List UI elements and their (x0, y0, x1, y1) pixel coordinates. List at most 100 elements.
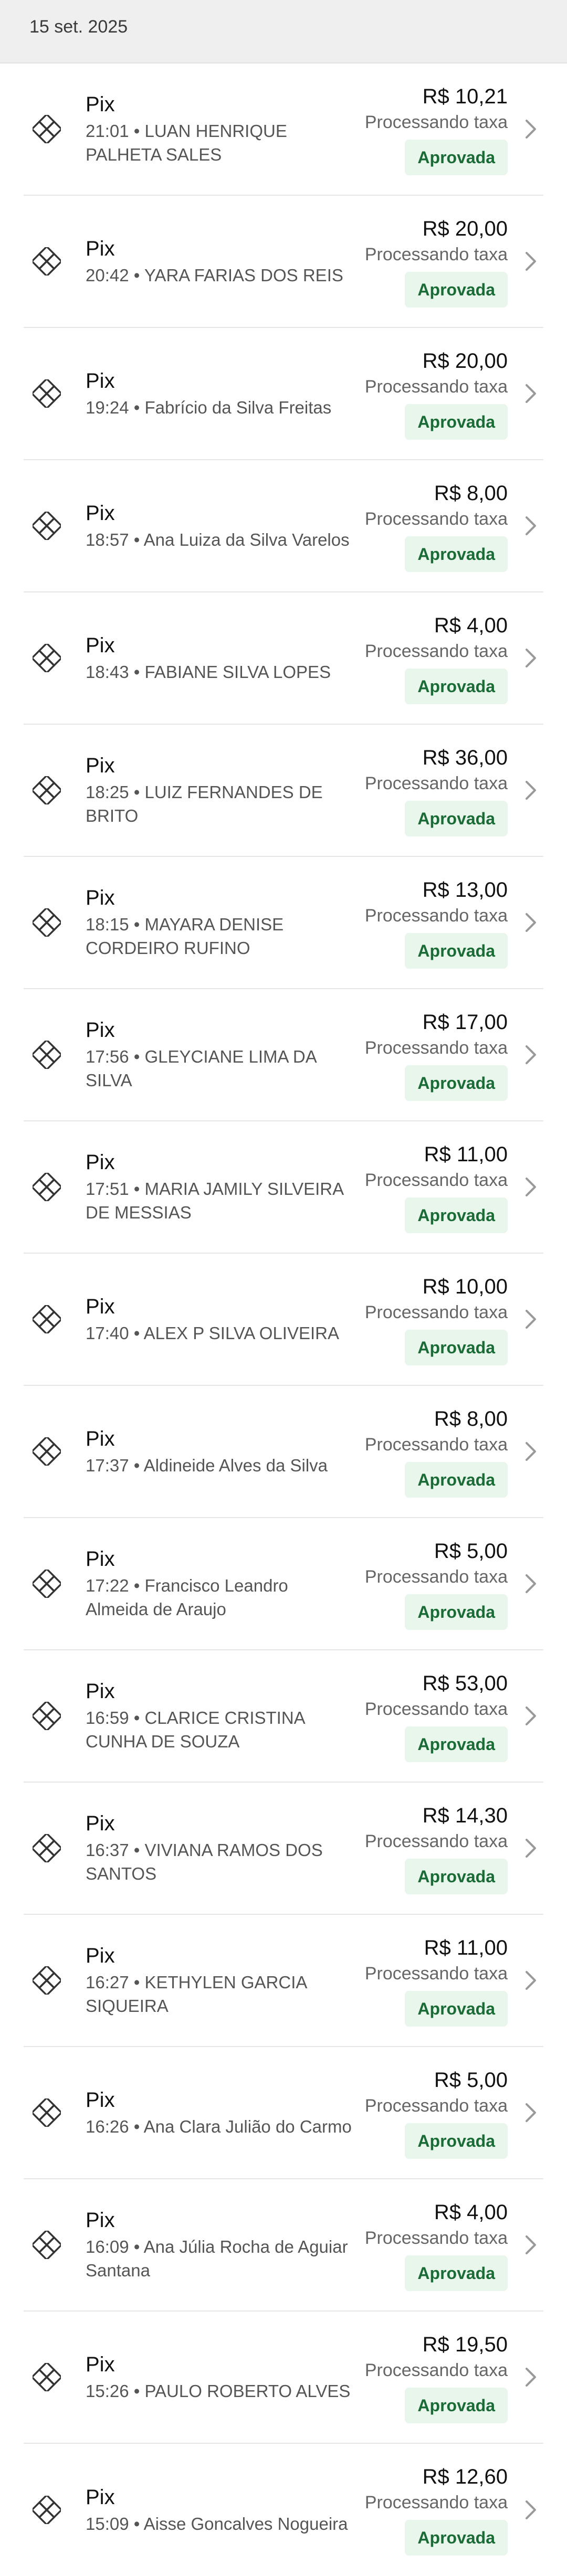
transaction-summary: R$ 12,60 Processando taxa Aprovada (365, 2464, 508, 2556)
status-badge: Aprovada (405, 2123, 508, 2159)
pix-icon (33, 1834, 61, 1862)
status-text: Processando taxa (364, 1302, 508, 1322)
status-text: Processando taxa (364, 2096, 508, 2116)
transaction-subtitle: 16:09 • Ana Júlia Rocha de Aguiar Santan… (86, 2237, 348, 2280)
transaction-list: Pix 21:01 • LUAN HENRIQUE PALHETA SALES … (0, 63, 567, 2576)
chevron-right-icon (526, 1574, 536, 1593)
transaction-summary: R$ 36,00 Processando taxa Aprovada (365, 745, 508, 836)
transaction-row[interactable]: Pix 16:59 • CLARICE CRISTINA CUNHA DE SO… (24, 1650, 543, 1783)
transaction-subtitle: 21:01 • LUAN HENRIQUE PALHETA SALES (86, 121, 287, 164)
payment-method: Pix (86, 1680, 115, 1703)
chevron-right-icon (526, 120, 536, 139)
pix-icon (33, 1305, 61, 1333)
chevron-right-icon (526, 1310, 536, 1329)
transaction-amount: R$ 5,00 (434, 2069, 508, 2092)
transaction-info: Pix 15:09 • Aisse Goncalves Nogueira (86, 2485, 353, 2536)
transaction-info: Pix 16:37 • VIVIANA RAMOS DOS SANTOS (86, 1811, 353, 1885)
status-badge: Aprovada (405, 2520, 508, 2556)
transaction-summary: R$ 11,00 Processando taxa Aprovada (365, 1141, 508, 1233)
payment-method: Pix (86, 1812, 115, 1835)
transaction-row[interactable]: Pix 16:09 • Ana Júlia Rocha de Aguiar Sa… (24, 2179, 543, 2312)
status-text: Processando taxa (364, 1038, 508, 1058)
transaction-row[interactable]: Pix 15:26 • PAULO ROBERTO ALVES R$ 19,50… (24, 2312, 543, 2444)
pix-icon (33, 1041, 61, 1069)
transaction-row[interactable]: Pix 15:09 • Aisse Goncalves Nogueira R$ … (24, 2444, 543, 2576)
payment-method: Pix (86, 754, 115, 777)
transaction-row[interactable]: Pix 16:37 • VIVIANA RAMOS DOS SANTOS R$ … (24, 1783, 543, 1915)
transaction-subtitle: 17:37 • Aldineide Alves da Silva (86, 1455, 328, 1475)
transaction-row[interactable]: Pix 17:40 • ALEX P SILVA OLIVEIRA R$ 10,… (24, 1254, 543, 1386)
transaction-amount: R$ 11,00 (424, 1143, 508, 1166)
transaction-row[interactable]: Pix 21:01 • LUAN HENRIQUE PALHETA SALES … (24, 63, 543, 196)
status-text: Processando taxa (364, 2360, 508, 2380)
transaction-summary: R$ 4,00 Processando taxa Aprovada (365, 612, 508, 704)
transaction-row[interactable]: Pix 18:15 • MAYARA DENISE CORDEIRO RUFIN… (24, 857, 543, 989)
transaction-subtitle: 16:59 • CLARICE CRISTINA CUNHA DE SOUZA (86, 1708, 304, 1751)
chevron-right-icon (526, 1971, 536, 1990)
transaction-amount: R$ 20,00 (422, 217, 508, 240)
payment-method: Pix (86, 1019, 115, 1042)
payment-method: Pix (86, 369, 115, 393)
pix-icon (33, 1437, 61, 1466)
transaction-amount: R$ 17,00 (422, 1011, 508, 1034)
status-text: Processando taxa (364, 641, 508, 661)
pix-icon (33, 2231, 61, 2259)
transaction-subtitle: 16:27 • KETHYLEN GARCIA SIQUEIRA (86, 1973, 307, 2016)
payment-method: Pix (86, 1547, 115, 1571)
status-badge: Aprovada (405, 272, 508, 308)
transaction-summary: R$ 10,00 Processando taxa Aprovada (365, 1274, 508, 1365)
status-text: Processando taxa (364, 1964, 508, 1984)
pix-icon (33, 2363, 61, 2391)
transaction-subtitle: 18:43 • FABIANE SILVA LOPES (86, 662, 331, 682)
transaction-row[interactable]: Pix 16:26 • Ana Clara Julião do Carmo R$… (24, 2047, 543, 2179)
transaction-info: Pix 18:15 • MAYARA DENISE CORDEIRO RUFIN… (86, 885, 353, 960)
transaction-subtitle: 19:24 • Fabrício da Silva Freitas (86, 397, 332, 417)
transaction-amount: R$ 13,00 (422, 878, 508, 902)
transaction-amount: R$ 10,00 (422, 1275, 508, 1298)
transaction-subtitle: 18:15 • MAYARA DENISE CORDEIRO RUFINO (86, 915, 284, 958)
transaction-info: Pix 18:57 • Ana Luiza da Silva Varelos (86, 501, 353, 552)
transaction-info: Pix 17:51 • MARIA JAMILY SILVEIRA DE MES… (86, 1150, 353, 1224)
status-badge: Aprovada (405, 1594, 508, 1630)
transaction-row[interactable]: Pix 16:27 • KETHYLEN GARCIA SIQUEIRA R$ … (24, 1915, 543, 2047)
status-text: Processando taxa (364, 906, 508, 926)
payment-method: Pix (86, 1295, 115, 1318)
transaction-amount: R$ 11,00 (424, 1936, 508, 1959)
pix-icon (33, 247, 61, 275)
transaction-summary: R$ 5,00 Processando taxa Aprovada (365, 2067, 508, 2159)
transaction-summary: R$ 17,00 Processando taxa Aprovada (365, 1009, 508, 1101)
transaction-subtitle: 16:26 • Ana Clara Julião do Carmo (86, 2116, 352, 2136)
transaction-subtitle: 17:40 • ALEX P SILVA OLIVEIRA (86, 1323, 340, 1343)
status-badge: Aprovada (405, 140, 508, 175)
status-text: Processando taxa (364, 245, 508, 264)
status-text: Processando taxa (364, 773, 508, 793)
transaction-row[interactable]: Pix 17:22 • Francisco Leandro Almeida de… (24, 1518, 543, 1650)
pix-icon (33, 1966, 61, 1995)
chevron-right-icon (526, 252, 536, 271)
transaction-row[interactable]: Pix 18:25 • LUIZ FERNANDES DE BRITO R$ 3… (24, 725, 543, 857)
pix-icon (33, 379, 61, 408)
status-text: Processando taxa (364, 509, 508, 529)
transaction-row[interactable]: Pix 17:51 • MARIA JAMILY SILVEIRA DE MES… (24, 1121, 543, 1254)
transaction-row[interactable]: Pix 18:57 • Ana Luiza da Silva Varelos R… (24, 460, 543, 592)
status-text: Processando taxa (364, 112, 508, 132)
status-badge: Aprovada (405, 1859, 508, 1894)
status-badge: Aprovada (405, 1197, 508, 1233)
transaction-row[interactable]: Pix 17:37 • Aldineide Alves da Silva R$ … (24, 1386, 543, 1518)
transaction-row[interactable]: Pix 17:56 • GLEYCIANE LIMA DA SILVA R$ 1… (24, 989, 543, 1121)
transaction-subtitle: 16:37 • VIVIANA RAMOS DOS SANTOS (86, 1840, 323, 1883)
transaction-subtitle: 17:51 • MARIA JAMILY SILVEIRA DE MESSIAS (86, 1179, 343, 1222)
transaction-row[interactable]: Pix 19:24 • Fabrício da Silva Freitas R$… (24, 328, 543, 460)
transaction-row[interactable]: Pix 18:43 • FABIANE SILVA LOPES R$ 4,00 … (24, 592, 543, 725)
transaction-row[interactable]: Pix 20:42 • YARA FARIAS DOS REIS R$ 20,0… (24, 196, 543, 328)
status-text: Processando taxa (364, 1435, 508, 1455)
transaction-subtitle: 18:57 • Ana Luiza da Silva Varelos (86, 529, 350, 549)
chevron-right-icon (526, 649, 536, 667)
chevron-right-icon (526, 913, 536, 932)
status-badge: Aprovada (405, 2255, 508, 2291)
status-badge: Aprovada (405, 404, 508, 440)
transaction-amount: R$ 8,00 (434, 482, 508, 505)
transaction-info: Pix 16:27 • KETHYLEN GARCIA SIQUEIRA (86, 1943, 353, 2018)
transaction-info: Pix 16:09 • Ana Júlia Rocha de Aguiar Sa… (86, 2208, 353, 2282)
transaction-amount: R$ 19,50 (422, 2333, 508, 2356)
